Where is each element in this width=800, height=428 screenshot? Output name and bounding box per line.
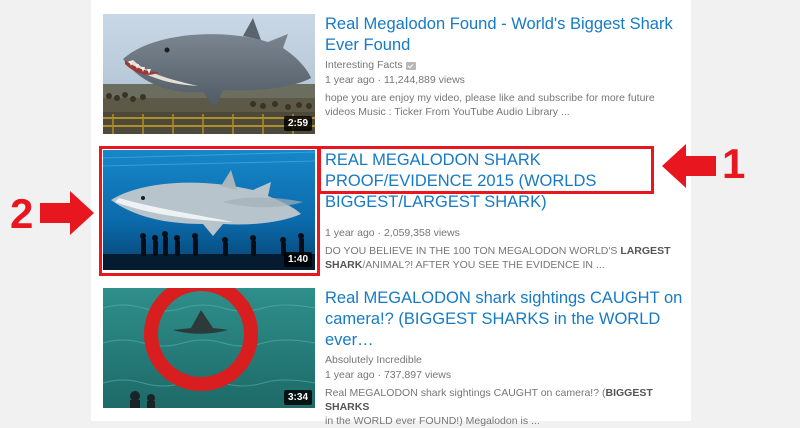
description-line: DO YOU BELIEVE IN THE 100 TON MEGALODON …	[325, 244, 687, 258]
video-description: DO YOU BELIEVE IN THE 100 TON MEGALODON …	[325, 244, 687, 272]
video-meta: 1 year ago · 737,897 views	[325, 369, 687, 382]
description-highlight: LARGEST	[620, 245, 671, 257]
video-description: hope you are enjoy my video, please like…	[325, 91, 687, 119]
upload-age: 1 year ago	[325, 369, 375, 381]
channel-row: Absolutely Incredible	[325, 354, 687, 367]
view-count: 737,897 views	[383, 369, 452, 381]
video-info: Real MEGALODON shark sightings CAUGHT on…	[325, 288, 687, 428]
description-line: SHARK/ANIMAL?! AFTER YOU SEE THE EVIDENC…	[325, 258, 687, 272]
shark-sighting-image	[103, 288, 315, 408]
description-text: DO YOU BELIEVE IN THE 100 TON MEGALODON …	[325, 245, 621, 257]
description-text: videos Music : Ticker From YouTube Audio…	[325, 106, 570, 118]
thumbnail-highlight-box	[99, 146, 320, 276]
description-line: videos Music : Ticker From YouTube Audio…	[325, 105, 687, 119]
video-thumbnail[interactable]: 2:59	[103, 14, 315, 134]
video-meta: 1 year ago · 11,244,889 views	[325, 74, 687, 87]
annotation-label-1: 1	[722, 140, 746, 187]
arrow-right-icon	[40, 191, 94, 235]
view-count: 11,244,889 views	[383, 74, 465, 86]
video-thumbnail[interactable]: 3:34	[103, 288, 315, 408]
description-text: Real MEGALODON shark sightings CAUGHT on…	[325, 387, 606, 399]
video-title-link[interactable]: Real MEGALODON shark sightings CAUGHT on…	[325, 288, 687, 351]
upload-age: 1 year ago	[325, 74, 375, 86]
video-info: Real Megalodon Found - World's Biggest S…	[325, 14, 687, 119]
description-line: Real MEGALODON shark sightings CAUGHT on…	[325, 386, 687, 414]
channel-name[interactable]: Interesting Facts	[325, 59, 403, 72]
megalodon-statue-image	[103, 14, 315, 134]
video-result: 2:59 Real Megalodon Found - World's Bigg…	[103, 14, 693, 136]
description-text: /ANIMAL?! AFTER YOU SEE THE EVIDENCE IN …	[362, 259, 605, 271]
verified-badge-icon	[405, 61, 416, 70]
annotation-label-2: 2	[10, 190, 34, 237]
video-result: 3:34 Real MEGALODON shark sightings CAUG…	[103, 288, 693, 427]
title-highlight-box	[318, 146, 654, 194]
description-text: in the WORLD ever FOUND!) Megalodon is .…	[325, 415, 540, 427]
channel-row: Interesting Facts	[325, 59, 687, 72]
description-line: in the WORLD ever FOUND!) Megalodon is .…	[325, 414, 687, 428]
view-count: 2,059,358 views	[383, 227, 460, 239]
channel-name[interactable]: Absolutely Incredible	[325, 354, 422, 367]
video-meta: 1 year ago · 2,059,358 views	[325, 227, 687, 240]
upload-age: 1 year ago	[325, 227, 375, 239]
description-text: hope you are enjoy my video, please like…	[325, 92, 655, 104]
video-title-link[interactable]: Real Megalodon Found - World's Biggest S…	[325, 14, 687, 56]
description-highlight: SHARK	[325, 259, 363, 271]
video-duration: 2:59	[283, 116, 312, 131]
video-duration: 3:34	[283, 390, 312, 405]
arrow-left-icon	[662, 144, 716, 188]
video-description: Real MEGALODON shark sightings CAUGHT on…	[325, 386, 687, 428]
description-line: hope you are enjoy my video, please like…	[325, 91, 687, 105]
